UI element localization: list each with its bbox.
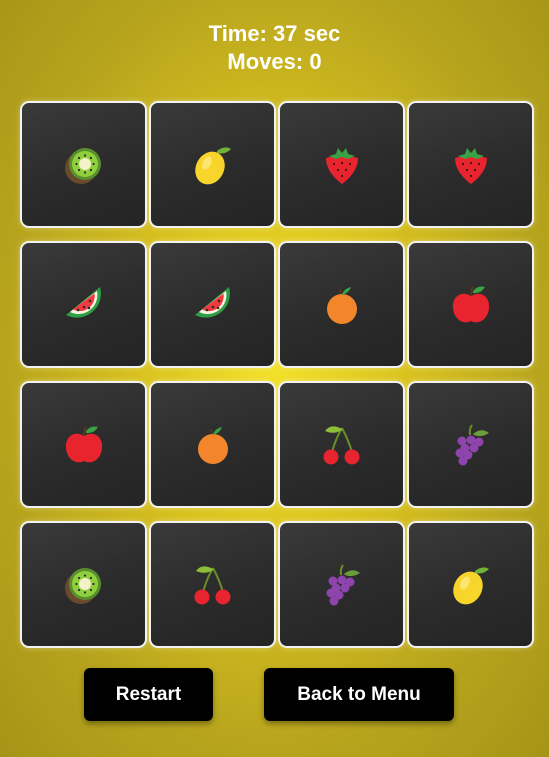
card-orange[interactable]	[149, 381, 276, 508]
watermelon-icon	[60, 281, 108, 329]
back-to-menu-button[interactable]: Back to Menu	[264, 668, 454, 721]
card-grid	[20, 101, 534, 650]
card-apple[interactable]	[20, 381, 147, 508]
lemon-icon	[189, 141, 237, 189]
kiwi-icon	[60, 561, 108, 609]
card-apple[interactable]	[407, 241, 534, 368]
card-watermelon[interactable]	[20, 241, 147, 368]
card-grapes[interactable]	[407, 381, 534, 508]
orange-icon	[318, 281, 366, 329]
strawberry-icon	[447, 141, 495, 189]
card-strawberry[interactable]	[278, 101, 405, 228]
kiwi-icon	[60, 141, 108, 189]
hud: Time: 37 sec Moves: 0	[0, 20, 549, 76]
card-orange[interactable]	[278, 241, 405, 368]
orange-icon	[189, 421, 237, 469]
card-watermelon[interactable]	[149, 241, 276, 368]
grapes-icon	[318, 561, 366, 609]
card-cherries[interactable]	[278, 381, 405, 508]
cherries-icon	[318, 421, 366, 469]
card-cherries[interactable]	[149, 521, 276, 648]
moves-counter: Moves: 0	[227, 49, 322, 74]
card-kiwi[interactable]	[20, 521, 147, 648]
card-lemon[interactable]	[149, 101, 276, 228]
card-grapes[interactable]	[278, 521, 405, 648]
apple-icon	[447, 281, 495, 329]
apple-icon	[60, 421, 108, 469]
watermelon-icon	[189, 281, 237, 329]
strawberry-icon	[318, 141, 366, 189]
cherries-icon	[189, 561, 237, 609]
card-strawberry[interactable]	[407, 101, 534, 228]
card-lemon[interactable]	[407, 521, 534, 648]
restart-button[interactable]: Restart	[84, 668, 213, 721]
grapes-icon	[447, 421, 495, 469]
lemon-icon	[447, 561, 495, 609]
card-kiwi[interactable]	[20, 101, 147, 228]
timer-text: Time: 37 sec	[208, 21, 341, 46]
